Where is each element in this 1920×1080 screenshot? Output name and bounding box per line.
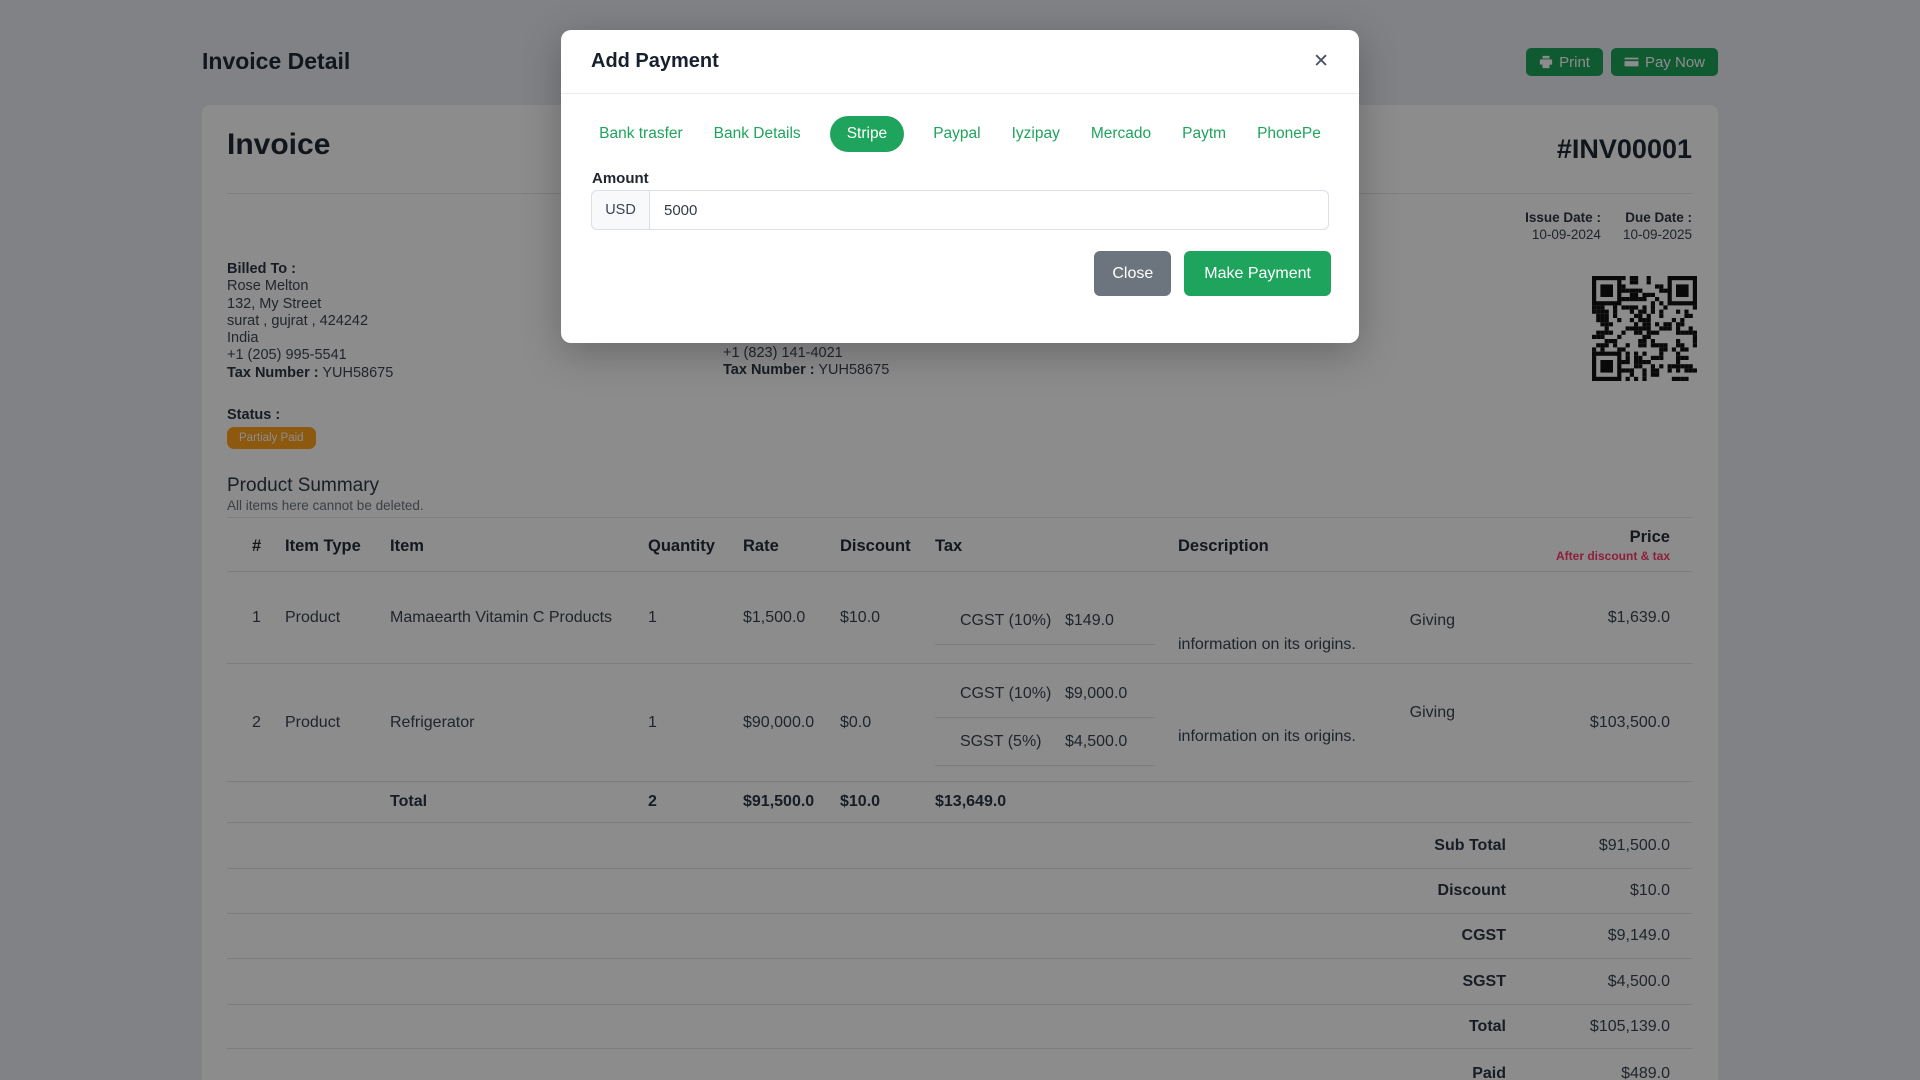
modal-title: Add Payment [591, 50, 719, 72]
tab-bank-trasfer[interactable]: Bank trasfer [597, 117, 685, 151]
amount-input[interactable] [649, 190, 1329, 230]
close-button[interactable]: Close [1094, 251, 1172, 296]
close-icon[interactable]: ✕ [1313, 52, 1329, 71]
modal-header: Add Payment ✕ [561, 30, 1359, 94]
tab-stripe[interactable]: Stripe [829, 116, 905, 152]
add-payment-modal: Add Payment ✕ Bank trasfer Bank Details St… [561, 30, 1359, 343]
tab-paytm[interactable]: Paytm [1180, 117, 1228, 151]
tab-phonepe[interactable]: PhonePe [1255, 117, 1323, 151]
amount-label: Amount [592, 170, 649, 187]
payment-method-tabs: Bank trasfer Bank Details Stripe Paypal Iyzi… [561, 116, 1359, 152]
tab-mercado[interactable]: Mercado [1089, 117, 1153, 151]
currency-addon: USD [591, 190, 649, 230]
amount-input-group: USD [591, 190, 1329, 230]
modal-actions: Close Make Payment [1094, 251, 1331, 296]
make-payment-button[interactable]: Make Payment [1184, 251, 1331, 296]
invoice-detail-page: Invoice Detail Print Pay Now Invoice #IN… [0, 0, 1920, 1080]
tab-iyzipay[interactable]: Iyzipay [1010, 117, 1062, 151]
tab-bank-details[interactable]: Bank Details [712, 117, 803, 151]
tab-paypal[interactable]: Paypal [931, 117, 982, 151]
